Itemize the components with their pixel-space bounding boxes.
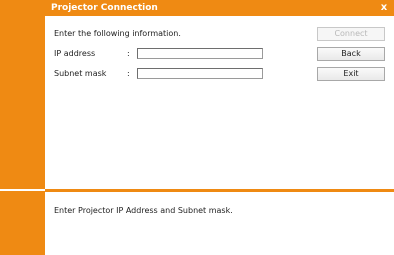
back-button[interactable]: Back	[317, 47, 385, 61]
form-panel	[45, 16, 390, 188]
ip-address-label: IP address	[54, 49, 96, 58]
status-message: Enter Projector IP Address and Subnet ma…	[54, 206, 233, 215]
status-panel	[45, 192, 390, 255]
ip-address-input[interactable]	[137, 48, 263, 59]
left-accent-rail	[0, 0, 45, 255]
close-icon[interactable]: x	[378, 0, 390, 16]
exit-button[interactable]: Exit	[317, 67, 385, 81]
connect-button[interactable]: Connect	[317, 27, 385, 41]
window-title: Projector Connection	[51, 3, 158, 13]
left-rail-divider	[0, 189, 45, 191]
title-bar: Projector Connection x	[45, 0, 394, 16]
ip-address-colon: :	[127, 49, 130, 58]
subnet-mask-input[interactable]	[137, 68, 263, 79]
subnet-mask-label: Subnet mask	[54, 69, 107, 78]
instruction-text: Enter the following information.	[54, 29, 181, 38]
subnet-mask-colon: :	[127, 69, 130, 78]
